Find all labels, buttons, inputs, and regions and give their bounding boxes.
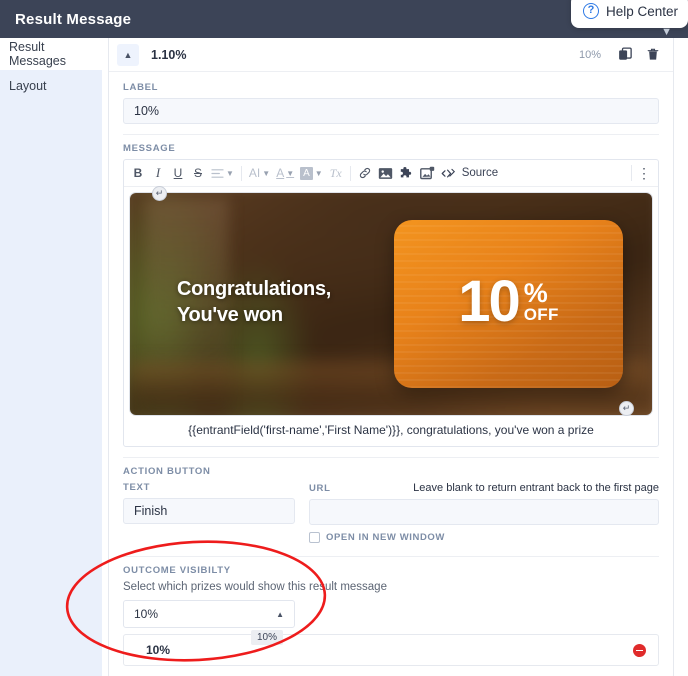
underline-label: U <box>173 166 183 180</box>
message-section: MESSAGE B I U S ▼ AI ▼ A ▼ A ▼ Tx Source… <box>109 135 673 458</box>
action-text-value: Finish <box>134 504 168 518</box>
message-caption[interactable]: {{entrantField('first-name','First Name'… <box>124 415 658 446</box>
caret-up-icon: ▲ <box>276 609 284 619</box>
remove-circle-icon[interactable] <box>633 643 646 657</box>
open-new-window-checkbox[interactable] <box>309 532 320 543</box>
promo-banner-image[interactable]: Congratulations, You've won 10 % OFF <box>129 192 653 416</box>
media-icon[interactable] <box>417 162 438 184</box>
code-icon[interactable] <box>438 162 459 184</box>
outcome-visibility-heading: OUTCOME VISIBILTY <box>123 565 231 576</box>
link-icon[interactable] <box>355 162 375 184</box>
result-message-card: ▲ 1.10% 10% LABEL 10% MESSAGE B I U S ▼ … <box>108 38 674 676</box>
italic-label: I <box>155 165 161 180</box>
align-icon[interactable]: ▼ <box>208 162 237 184</box>
image-icon[interactable] <box>375 162 396 184</box>
text-color-label: A <box>276 166 285 180</box>
kebab-menu-icon[interactable]: ⋮ <box>634 162 654 184</box>
font-size-icon[interactable]: AI ▼ <box>246 162 273 184</box>
outcome-row-label: 10% <box>146 643 171 657</box>
message-heading: MESSAGE <box>123 143 176 154</box>
background-color-label: A <box>300 166 313 180</box>
remove-format-icon[interactable]: Tx <box>326 162 346 184</box>
outcome-select-value: 10% <box>134 607 159 621</box>
list-item[interactable]: 10% <box>124 635 658 665</box>
content-area: ▲ 1.10% 10% LABEL 10% MESSAGE B I U S ▼ … <box>102 38 688 676</box>
banner-headline: Congratulations, You've won <box>176 278 332 326</box>
resize-handle-bottom-right[interactable]: ↵ <box>619 401 634 416</box>
label-section: LABEL 10% <box>109 72 673 135</box>
bold-label: B <box>133 166 143 180</box>
strikethrough-label: S <box>193 166 202 180</box>
label-input-value: 10% <box>134 104 160 118</box>
editor-toolbar: B I U S ▼ AI ▼ A ▼ A ▼ Tx Source ⋮ <box>124 160 658 187</box>
action-url-input[interactable] <box>309 499 659 525</box>
action-button-section: ACTION BUTTON TEXT Finish URL Leave blan… <box>109 458 673 557</box>
chevron-down-icon: ▼ <box>661 26 672 38</box>
help-center-label: Help Center <box>605 3 678 19</box>
outcome-select[interactable]: 10% ▲ <box>123 600 295 628</box>
sidebar: Result Messages Layout <box>0 38 102 676</box>
action-text-input[interactable]: Finish <box>123 498 295 524</box>
label-input[interactable]: 10% <box>123 98 659 124</box>
sidebar-item-result-messages[interactable]: Result Messages <box>0 38 102 70</box>
sidebar-item-label: Layout <box>9 79 47 93</box>
sidebar-item-label: Result Messages <box>9 40 66 68</box>
action-url-label: URL <box>309 483 331 494</box>
action-button-heading: ACTION BUTTON <box>123 466 211 477</box>
trash-icon[interactable] <box>639 43 667 67</box>
font-size-label: AI <box>248 166 261 180</box>
top-header-bar: Result Message ? Help Center ▼ <box>0 0 688 38</box>
card-header-row: ▲ 1.10% 10% <box>109 38 673 72</box>
label-heading: LABEL <box>123 82 159 93</box>
promo-percent-symbol: % <box>523 278 548 309</box>
banner-editor-region[interactable]: Congratulations, You've won 10 % OFF ↵ ↵ <box>124 186 658 416</box>
remove-format-label: Tx <box>329 165 342 180</box>
sidebar-item-layout[interactable]: Layout <box>0 70 102 102</box>
open-new-window-row[interactable]: OPEN IN NEW WINDOW <box>309 532 659 543</box>
rich-text-editor: B I U S ▼ AI ▼ A ▼ A ▼ Tx Source ⋮ Congr… <box>123 159 659 447</box>
promo-card: 10 % OFF <box>393 219 624 389</box>
underline-icon[interactable]: U <box>168 162 188 184</box>
source-label[interactable]: Source <box>462 167 498 179</box>
page-title: Result Message <box>15 10 132 28</box>
chevron-up-icon[interactable]: ▲ <box>117 43 139 66</box>
italic-icon[interactable]: I <box>148 162 168 184</box>
result-message-screen: Result Message ? Help Center ▼ Result Me… <box>0 0 688 676</box>
promo-number: 10 <box>458 268 520 334</box>
outcome-tooltip: 10% <box>251 630 284 645</box>
promo-off-label: OFF <box>523 304 559 324</box>
outcome-visibility-list: 10% <box>123 634 659 666</box>
outcome-percent-badge: 10% <box>578 48 601 61</box>
puzzle-icon[interactable] <box>396 162 417 184</box>
text-color-icon[interactable]: A ▼ <box>273 162 297 184</box>
action-text-label: TEXT <box>123 482 151 493</box>
help-center-popup[interactable]: ? Help Center <box>570 0 688 28</box>
result-percent: 1.10% <box>151 47 187 62</box>
resize-handle-top-left[interactable]: ↵ <box>152 186 167 201</box>
question-circle-icon: ? <box>582 3 599 19</box>
copy-icon[interactable] <box>611 43 639 67</box>
outcome-visibility-description: Select which prizes would show this resu… <box>123 581 387 593</box>
strikethrough-icon[interactable]: S <box>188 162 208 184</box>
open-new-window-label: OPEN IN NEW WINDOW <box>326 532 445 543</box>
bold-icon[interactable]: B <box>128 162 148 184</box>
action-url-hint: Leave blank to return entrant back to th… <box>413 482 659 494</box>
outcome-visibility-section: OUTCOME VISIBILTY Select which prizes wo… <box>109 557 673 676</box>
background-color-icon[interactable]: A ▼ <box>297 162 326 184</box>
